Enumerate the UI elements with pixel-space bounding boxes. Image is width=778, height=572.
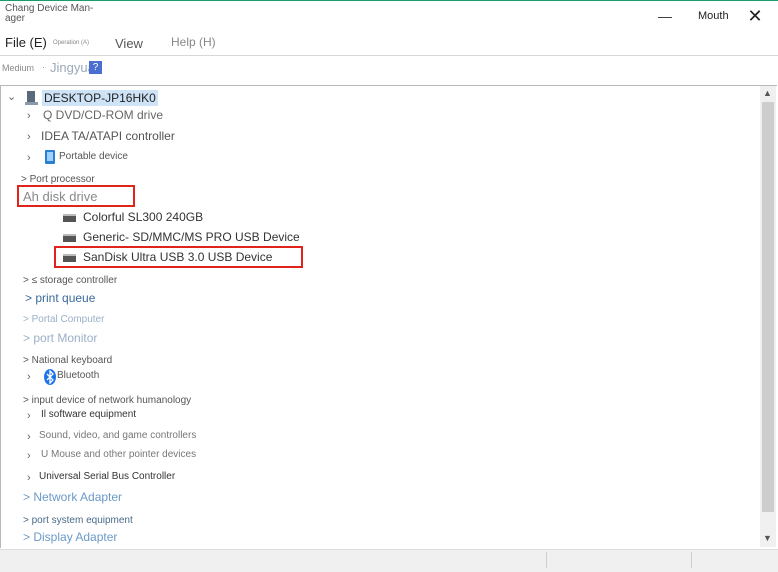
device-tree: ⌄ DESKTOP-JP16HK0 › Q DVD/CD-ROM drive ›… (0, 85, 777, 548)
tree-item-label: > Network Adapter (23, 490, 123, 504)
tree-item-label: > Display Adapter (23, 530, 118, 544)
tree-item-print-queue[interactable]: > print queue (25, 289, 95, 307)
tree-item-input-device[interactable]: > input device of network humanology (23, 390, 191, 408)
tree-item-label: > Port processor (21, 174, 95, 185)
tree-item-label: Q DVD/CD-ROM drive (43, 108, 164, 122)
tree-item-label: Ah disk drive (23, 189, 98, 204)
title-bar: Chang Device Man- ager — Mouth ✕ (0, 0, 778, 33)
tree-item-monitor[interactable]: > port Monitor (23, 329, 97, 347)
tree-item-label: U Mouse and other pointer devices (41, 449, 197, 460)
menu-bar: File (E) Operation (A) View Help (H) (0, 32, 778, 54)
chevron-right-icon[interactable]: › (27, 431, 31, 443)
help-icon[interactable]: ? (89, 61, 102, 74)
tree-root-label: DESKTOP-JP16HK0 (42, 90, 158, 106)
tree-item-network[interactable]: > Network Adapter (23, 488, 122, 506)
tree-item-computer[interactable]: > Portal Computer (23, 309, 104, 327)
tree-item-label: Il software equipment (41, 409, 137, 420)
maximize-button[interactable]: Mouth (698, 10, 729, 22)
scroll-up-icon[interactable]: ▲ (763, 88, 772, 98)
menu-operation[interactable]: Operation (A) (53, 40, 89, 46)
vertical-scrollbar[interactable]: ▲ ▼ (760, 86, 776, 547)
toolbar-separator: · (42, 62, 45, 72)
tree-item-system[interactable]: > port system equipment (23, 510, 133, 528)
window-title: Chang Device Man- ager (5, 4, 115, 24)
window-title-line2: ager (5, 13, 26, 24)
status-divider (691, 552, 692, 568)
minimize-button[interactable]: — (656, 7, 674, 25)
portable-device-icon (45, 150, 55, 164)
tree-item-display[interactable]: > Display Adapter (23, 528, 117, 546)
tree-item-disk-drive[interactable]: Ah disk drive (23, 188, 97, 206)
menu-view[interactable]: View (115, 36, 143, 51)
tree-item-label: > port Monitor (23, 331, 98, 345)
toolbar-medium-label: Medium (2, 63, 35, 73)
scroll-down-icon[interactable]: ▼ (763, 533, 772, 543)
tree-item-label: > Portal Computer (23, 314, 105, 325)
chevron-right-icon[interactable]: › (27, 131, 31, 143)
status-bar (0, 549, 778, 572)
menu-file[interactable]: File (E) (5, 35, 47, 50)
tree-item-label: > print queue (25, 291, 96, 305)
tree-item-label: > port system equipment (23, 515, 133, 526)
tree-item-label: > input device of network humanology (23, 395, 192, 406)
chevron-right-icon[interactable]: › (27, 450, 31, 462)
bluetooth-icon (44, 369, 56, 385)
tree-item-keyboard[interactable]: > National keyboard (23, 350, 112, 368)
disk-drive-icon (63, 214, 76, 222)
tree-item-label: IDEA TA/ATAPI controller (41, 129, 175, 143)
tree-item-label: > ≤ storage controller (23, 275, 118, 286)
menu-help[interactable]: Help (H) (171, 35, 216, 49)
tree-item-label: Bluetooth (57, 370, 100, 381)
disk-drive-icon (63, 254, 76, 262)
computer-icon (25, 91, 38, 105)
status-divider (546, 552, 547, 568)
disk-item-label: Colorful SL300 240GB (83, 210, 204, 224)
disk-item-label: SanDisk Ultra USB 3.0 USB Device (83, 250, 273, 264)
chevron-right-icon[interactable]: › (27, 410, 31, 422)
chevron-right-icon[interactable]: › (27, 152, 31, 164)
chevron-right-icon[interactable]: › (27, 472, 31, 484)
tree-item-label: Portable device (59, 151, 128, 162)
toolbar: Medium · Jingyuan ? (0, 55, 778, 80)
scrollbar-thumb[interactable] (762, 102, 774, 512)
chevron-right-icon[interactable]: › (27, 110, 31, 122)
disk-item-label: Generic- SD/MMC/MS PRO USB Device (83, 230, 300, 244)
tree-item-label: > National keyboard (23, 355, 113, 366)
tree-item-label: Universal Serial Bus Controller (39, 471, 176, 482)
disk-drive-icon (63, 234, 76, 242)
close-button[interactable]: ✕ (745, 6, 765, 26)
chevron-right-icon[interactable]: › (27, 371, 31, 383)
chevron-down-icon[interactable]: ⌄ (7, 90, 16, 103)
tree-item-label: Sound, video, and game controllers (39, 430, 197, 441)
tree-item-storage[interactable]: > ≤ storage controller (23, 270, 117, 288)
